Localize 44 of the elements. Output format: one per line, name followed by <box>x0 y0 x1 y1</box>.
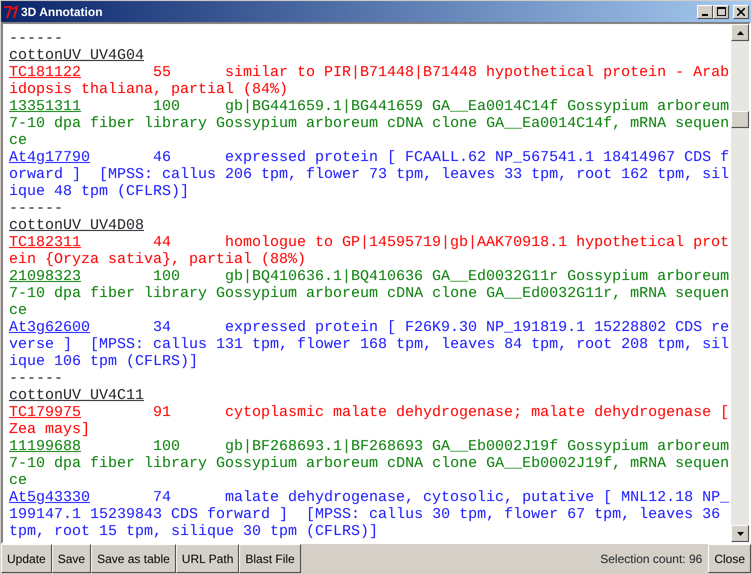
hit-text: 11199688 100 gb|BF268693.1|BF268693 GA__Eb0002J19f Gossypium arboreum 7-10 dpa fiber library Gossypium arboreum cDNA clone GA__Eb0002J19f, mRNA sequence <box>9 438 730 489</box>
minimize-button[interactable] <box>697 4 713 18</box>
hit-id-link[interactable]: At5g43330 <box>9 489 90 506</box>
minimize-icon <box>702 14 708 16</box>
hit-text: TC182311 44 homologue to GP|14595719|gb|AAK70918.1 hypothetical protein {Oryza sativa}, partial (88%) <box>9 234 730 268</box>
hit-text: At5g43330 74 malate dehydrogenase, cytosolic, putative [ MNL12.18 NP_199147.1 15239843 CDS forward ] [MPSS: callus 30 tpm, flower 67 tpm, leaves 36 tpm, root 15 tpm, silique 30 tpm (CFLRS)] <box>9 489 730 540</box>
scroll-up-button[interactable] <box>731 24 749 41</box>
close-button[interactable] <box>733 4 749 18</box>
up-arrow-icon <box>736 30 744 34</box>
toolbar-button[interactable]: URL Path <box>176 544 240 573</box>
hit-text: 13351311 100 gb|BG441659.1|BG441659 GA__Ea0014C14f Gossypium arboreum 7-10 dpa fiber library Gossypium arboreum cDNA clone GA__Ea0014C14f, mRNA sequence <box>9 98 730 149</box>
separator-line: ------ <box>9 200 64 217</box>
hit-text: 21098323 100 gb|BQ410636.1|BQ410636 GA__Ed0032G11r Gossypium arboreum 7-10 dpa fiber library Gossypium arboreum cDNA clone GA__Ed0032G11r, mRNA sequence <box>9 268 730 319</box>
hit-text: At4g17790 46 expressed protein [ FCAALL.62 NP_567541.1 18414967 CDS forward ] [MPSS: callus 206 tpm, flower 73 tpm, leaves 33 tpm, root 162 tpm, silique 48 tpm (CFLRS)] <box>9 149 730 200</box>
group-name: cottonUV_UV4C11 <box>9 387 144 404</box>
hit-id-link[interactable]: TC179975 <box>9 404 82 421</box>
scroll-thumb[interactable] <box>731 111 749 128</box>
hit-text: At3g62600 34 expressed protein [ F26K9.30 NP_191819.1 15228802 CDS reverse ] [MPSS: callus 131 tpm, flower 168 tpm, leaves 84 tpm, root 208 tpm, silique 106 tpm (CFLRS)] <box>9 319 730 370</box>
hit-id-link[interactable]: TC181122 <box>9 64 82 81</box>
hit-id-link[interactable]: 21098323 <box>9 268 82 285</box>
group-name: cottonUV_UV4G04 <box>9 47 144 64</box>
separator-line: ------ <box>9 30 64 47</box>
window-title: 3D Annotation <box>21 4 103 20</box>
down-arrow-icon <box>736 532 744 536</box>
maximize-icon <box>716 7 726 16</box>
hit-text: TC181122 55 similar to PIR|B71448|B71448 hypothetical protein - Arabidopsis thaliana, partial (84%) <box>9 64 730 98</box>
toolbar-button[interactable]: Save <box>52 544 92 573</box>
hit-id-link[interactable]: TC182311 <box>9 234 82 251</box>
scrollbar[interactable] <box>731 24 749 542</box>
toolbar-button[interactable]: Blast File <box>239 544 301 573</box>
close-icon <box>737 8 745 16</box>
hit-id-link[interactable]: 13351311 <box>9 98 82 115</box>
hit-id-link[interactable]: 11199688 <box>9 438 82 455</box>
close-button[interactable]: Close <box>708 544 751 573</box>
separator-line: ------ <box>9 370 64 387</box>
toolbar-button[interactable]: Update <box>1 544 52 573</box>
hit-id-link[interactable]: At3g62600 <box>9 319 90 336</box>
hit-id-link[interactable]: At4g17790 <box>9 149 90 166</box>
hit-text: TC179975 91 cytoplasmic malate dehydrogenase; malate dehydrogenase [Zea mays] <box>9 404 730 438</box>
scroll-down-button[interactable] <box>731 525 749 542</box>
toolbar-button[interactable]: Save as table <box>91 544 176 573</box>
selection-count: Selection count: 96 <box>600 550 704 568</box>
group-name: cottonUV_UV4D08 <box>9 217 144 234</box>
maximize-button[interactable] <box>713 4 729 18</box>
